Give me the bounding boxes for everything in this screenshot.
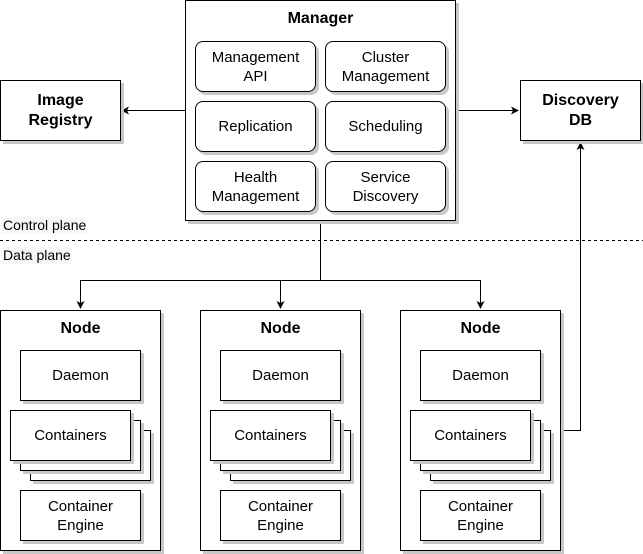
manager-box: Manager Management API Cluster Managemen… [185, 0, 456, 221]
component-service-discovery: Service Discovery [325, 161, 446, 212]
daemon-box: Daemon [20, 350, 141, 401]
component-label: Scheduling [348, 118, 423, 135]
container-engine-label: Engine [257, 516, 304, 534]
discovery-db-label: Discovery [542, 91, 619, 109]
component-scheduling: Scheduling [325, 101, 446, 152]
containers-box: Containers [210, 410, 331, 461]
container-engine-label: Engine [57, 516, 104, 534]
containers-label: Containers [34, 427, 107, 444]
component-label: Management [341, 67, 430, 85]
daemon-label: Daemon [52, 367, 109, 384]
component-label: Management [211, 187, 300, 205]
containers-label: Containers [434, 427, 507, 444]
image-registry-box: Image Registry [0, 80, 121, 141]
discovery-db-label: DB [568, 111, 593, 129]
node-box-3: Node Daemon Containers Container Engine [400, 310, 561, 551]
node-title: Node [460, 320, 501, 337]
container-engine-box: Container Engine [220, 490, 341, 541]
edge-node3-to-discovery [560, 142, 585, 431]
component-label: Cluster [361, 48, 410, 66]
daemon-label: Daemon [252, 367, 309, 384]
control-plane-label: Control plane [2, 217, 88, 234]
image-registry-label: Registry [28, 111, 93, 129]
component-label: Management [211, 48, 300, 66]
component-health-management: Health Management [195, 161, 316, 212]
component-management-api: Management API [195, 41, 316, 92]
daemon-label: Daemon [452, 367, 509, 384]
container-engine-label: Container [47, 497, 114, 515]
image-registry-label: Image [37, 91, 84, 109]
container-engine-label: Container [247, 497, 314, 515]
component-label: Service [360, 168, 411, 186]
container-engine-label: Container [447, 497, 514, 515]
component-replication: Replication [195, 101, 316, 152]
containers-label: Containers [234, 427, 307, 444]
component-label: API [243, 67, 268, 85]
daemon-box: Daemon [420, 350, 541, 401]
discovery-db-box: Discovery DB [520, 80, 641, 141]
containers-box: Containers [410, 410, 531, 461]
component-cluster-management: Cluster Management [325, 41, 446, 92]
container-engine-box: Container Engine [420, 490, 541, 541]
container-engine-box: Container Engine [20, 490, 141, 541]
component-label: Health [233, 168, 278, 186]
manager-title: Manager [287, 10, 354, 27]
containers-box: Containers [10, 410, 131, 461]
node-box-2: Node Daemon Containers Container Engine [200, 310, 361, 551]
data-plane-label: Data plane [2, 247, 72, 264]
container-engine-label: Engine [457, 516, 504, 534]
node-title: Node [260, 320, 301, 337]
node-box-1: Node Daemon Containers Container Engine [0, 310, 161, 551]
daemon-box: Daemon [220, 350, 341, 401]
node-title: Node [60, 320, 101, 337]
component-label: Discovery [352, 187, 419, 205]
component-label: Replication [218, 118, 293, 135]
